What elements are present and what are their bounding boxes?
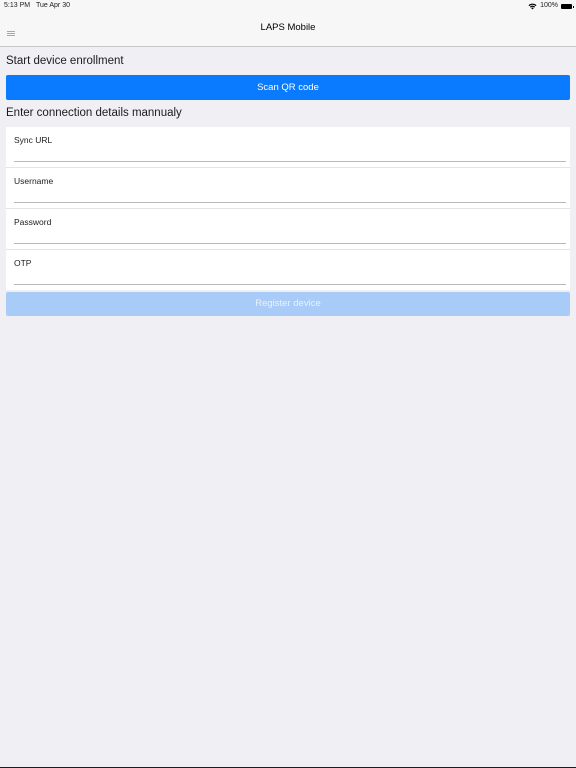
battery-icon (561, 3, 574, 9)
navigation-bar: LAPS Mobile (0, 12, 576, 47)
page-title: LAPS Mobile (260, 22, 316, 33)
otp-label: OTP (14, 258, 32, 268)
otp-input[interactable] (14, 271, 566, 285)
otp-field-group: OTP (6, 250, 570, 291)
username-field-group: Username (6, 168, 570, 209)
status-time: 5:13 PM (4, 2, 31, 9)
username-label: Username (14, 176, 54, 186)
sync-url-field-group: Sync URL (6, 127, 570, 168)
sync-url-label: Sync URL (14, 135, 53, 145)
connection-details-form: Sync URL Username Password OTP (6, 127, 570, 290)
sync-url-input[interactable] (14, 148, 566, 162)
status-bar: 5:13 PM Tue Apr 30 100% (0, 0, 576, 12)
wifi-icon (528, 3, 537, 9)
status-indicators: 100% (528, 0, 574, 12)
status-date: Tue Apr 30 (36, 2, 70, 9)
enrollment-section-title: Start device enrollment (6, 55, 124, 67)
username-input[interactable] (14, 189, 566, 203)
password-label: Password (14, 217, 52, 227)
password-field-group: Password (6, 209, 570, 250)
battery-percentage: 100% (540, 2, 558, 9)
manual-section-title: Enter connection details mannualy (6, 107, 182, 119)
scan-qr-code-button[interactable]: Scan QR code (6, 75, 570, 100)
password-input[interactable] (14, 230, 566, 244)
register-device-button[interactable]: Register device (6, 292, 570, 316)
